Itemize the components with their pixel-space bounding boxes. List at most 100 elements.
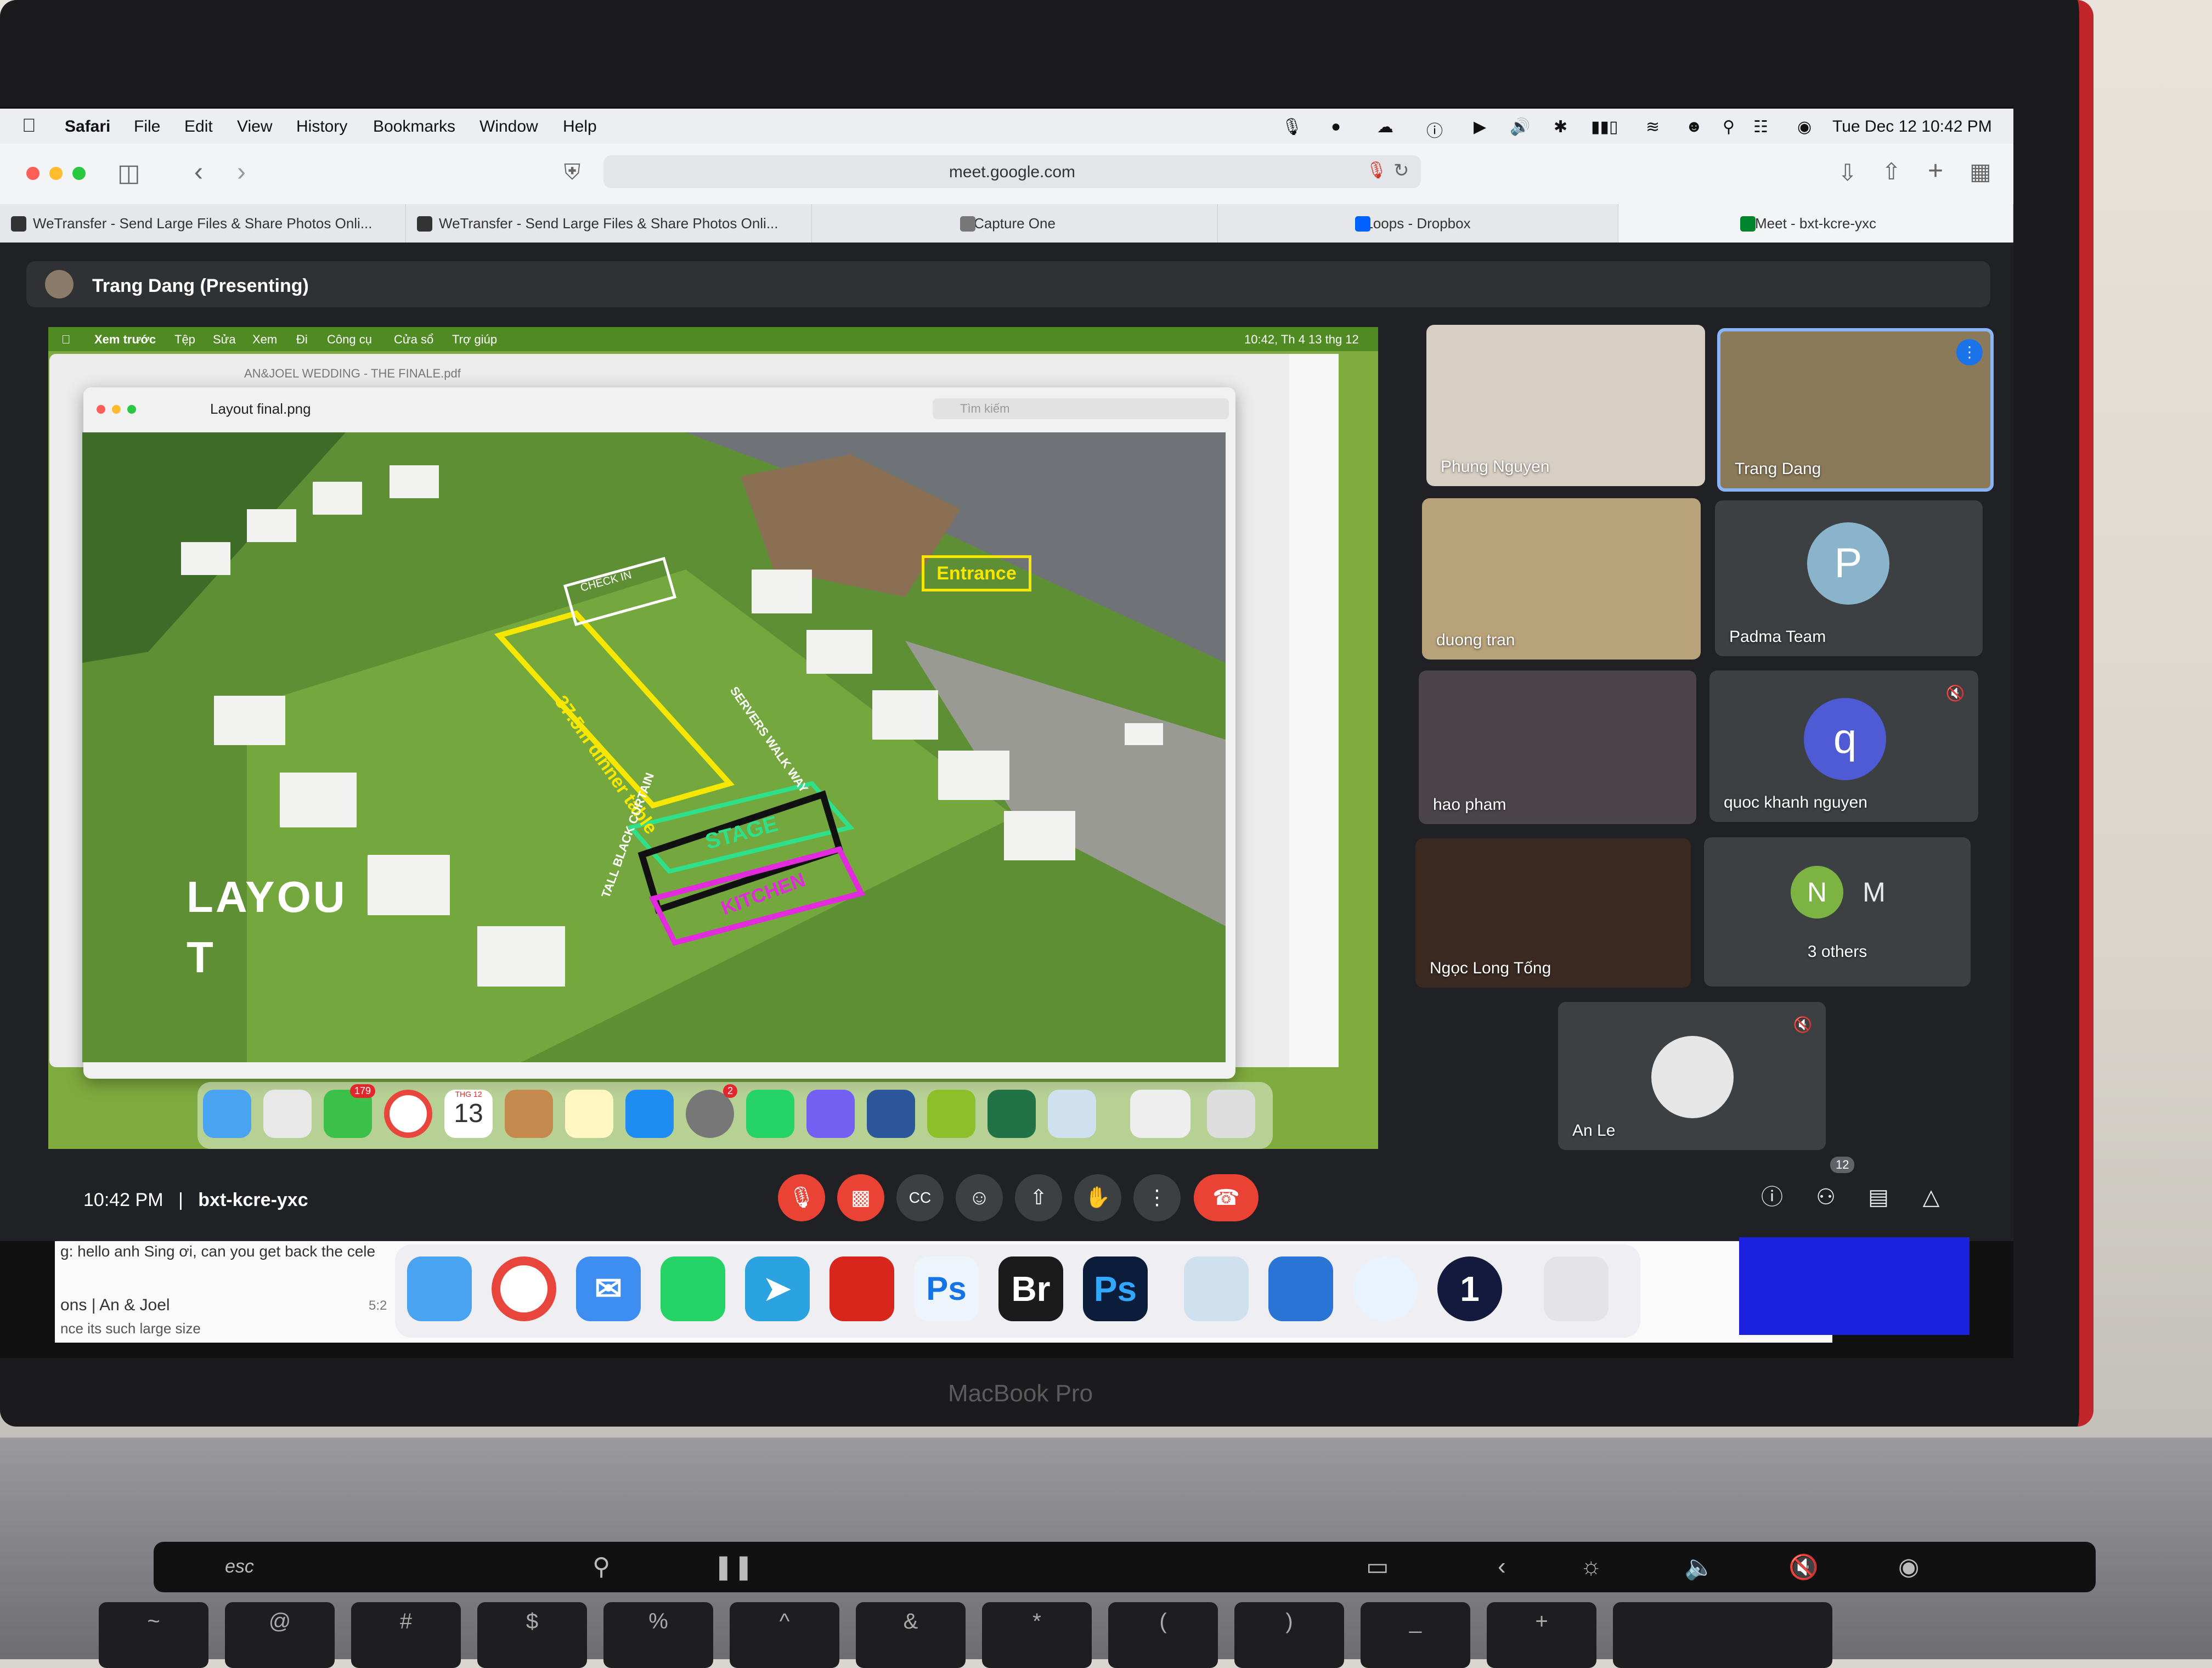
key[interactable]: # — [351, 1602, 461, 1668]
back-button[interactable]: ‹ — [194, 157, 203, 187]
bridge-icon[interactable]: Br — [998, 1256, 1063, 1321]
participant-tile-others[interactable]: N M 3 others — [1704, 837, 1971, 987]
touchbar-brightness-icon[interactable]: ☼ — [1580, 1553, 1602, 1580]
camera-off-button[interactable]: ▩ — [837, 1174, 884, 1221]
raise-hand-button[interactable]: ✋ — [1074, 1174, 1121, 1221]
alert-icon[interactable]: ⓘ — [1426, 117, 1443, 142]
key[interactable]: & — [856, 1602, 966, 1668]
captions-button[interactable]: CC — [896, 1174, 944, 1221]
participant-tile-duong-tran[interactable]: duong tran — [1422, 498, 1701, 660]
touchbar-esc[interactable]: esc — [225, 1556, 254, 1577]
play-icon[interactable]: ▶ — [1474, 117, 1486, 137]
minimize-window-button[interactable] — [49, 167, 63, 180]
touchbar-window-icon[interactable]: ▭ — [1366, 1553, 1389, 1581]
key[interactable]: % — [603, 1602, 713, 1668]
more-options-button[interactable]: ⋮ — [1133, 1174, 1181, 1221]
onepassword-icon[interactable]: 1 — [1437, 1256, 1502, 1321]
bluetooth-icon[interactable]: ✱ — [1554, 117, 1567, 137]
participant-tile-trang-dang[interactable]: ⋮ Trang Dang — [1717, 328, 1994, 492]
participant-tile-quoc-khanh-nguyen[interactable]: 🔇 q quoc khanh nguyen — [1709, 670, 1978, 822]
key[interactable]: $ — [477, 1602, 587, 1668]
safari-icon[interactable] — [1353, 1256, 1418, 1321]
emoji-reactions-button[interactable]: ☺ — [956, 1174, 1003, 1221]
menu-bookmarks[interactable]: Bookmarks — [373, 117, 455, 136]
tab-wetransfer-1[interactable]: WeTransfer - Send Large Files & Share Ph… — [0, 204, 406, 243]
participant-tile-padma-team[interactable]: P Padma Team — [1715, 500, 1983, 656]
utilities-icon[interactable] — [1268, 1256, 1333, 1321]
finder-icon[interactable] — [407, 1256, 472, 1321]
control-center-icon[interactable]: ☷ — [1753, 117, 1768, 137]
mail-icon[interactable]: ✉ — [576, 1256, 641, 1321]
key[interactable]: _ — [1361, 1602, 1470, 1668]
key[interactable]: @ — [225, 1602, 335, 1668]
creative-cloud-icon[interactable]: ☁ — [1377, 117, 1393, 137]
acrobat-icon[interactable] — [830, 1256, 894, 1321]
participant-tile-an-le[interactable]: 🔇 An Le — [1558, 1002, 1826, 1150]
siri-icon[interactable]: ◉ — [1797, 117, 1812, 137]
participant-tile-phung-nguyen[interactable]: Phung Nguyen — [1426, 325, 1705, 486]
tab-dropbox[interactable]: Loops - Dropbox — [1218, 204, 1618, 243]
key[interactable]: * — [982, 1602, 1092, 1668]
apple-menu-icon[interactable]:  — [22, 115, 36, 137]
shared-dock: 179 THG 12 13 2 — [198, 1082, 1273, 1149]
menu-app-name[interactable]: Safari — [65, 117, 110, 136]
touchbar-search-icon[interactable]: ⚲ — [592, 1553, 610, 1581]
menu-window[interactable]: Window — [479, 117, 538, 136]
tab-meet-active[interactable]: Meet - bxt-kcre-yxc — [1618, 204, 2013, 243]
tab-wetransfer-2[interactable]: WeTransfer - Send Large Files & Share Ph… — [406, 204, 812, 243]
menu-view[interactable]: View — [237, 117, 272, 136]
share-icon[interactable]: ⇧ — [1882, 158, 1901, 185]
activities-icon[interactable]: △ — [1914, 1180, 1949, 1215]
mic-in-use-icon[interactable]: 🎙 — [1366, 161, 1387, 180]
touchbar-volume-icon[interactable]: 🔈 — [1684, 1553, 1714, 1581]
touchbar-siri-icon[interactable]: ◉ — [1898, 1553, 1919, 1581]
user-icon[interactable]: ☻ — [1685, 117, 1703, 136]
volume-icon[interactable]: 🔊 — [1510, 117, 1530, 137]
wifi-icon[interactable]: ≋ — [1646, 117, 1660, 137]
leave-call-button[interactable]: ☎ — [1194, 1174, 1259, 1221]
new-tab-button[interactable]: + — [1928, 156, 1943, 186]
key[interactable]: ( — [1108, 1602, 1218, 1668]
address-bar[interactable]: meet.google.com 🎙 ↻ — [603, 155, 1421, 188]
touchbar-collapse-icon[interactable]: ‹ — [1498, 1553, 1506, 1580]
tab-overview-icon[interactable]: ▦ — [1970, 158, 1991, 185]
search-icon[interactable]: ⚲ — [1723, 117, 1735, 137]
photoshop-file-icon[interactable]: Ps — [914, 1256, 979, 1321]
key[interactable]: ^ — [730, 1602, 839, 1668]
menu-help[interactable]: Help — [563, 117, 597, 136]
menu-datetime[interactable]: Tue Dec 12 10:42 PM — [1832, 117, 1992, 136]
zoom-window-button[interactable] — [72, 167, 86, 180]
downloads-icon[interactable]: ⇩ — [1838, 159, 1857, 186]
photoshop-icon[interactable]: Ps — [1083, 1256, 1148, 1321]
trash-icon[interactable] — [1544, 1256, 1609, 1321]
menu-file[interactable]: File — [134, 117, 160, 136]
tab-capture-one[interactable]: Capture One — [812, 204, 1218, 243]
reload-icon[interactable]: ↻ — [1393, 160, 1409, 182]
sidebar-toggle-icon[interactable]: ◫ — [117, 159, 140, 187]
whatsapp-icon[interactable] — [661, 1256, 725, 1321]
present-screen-button[interactable]: ⇧ — [1015, 1174, 1062, 1221]
chat-icon[interactable]: ▤ — [1861, 1180, 1896, 1215]
meeting-details-icon[interactable]: ⓘ — [1754, 1180, 1790, 1215]
touchbar-mute-icon[interactable]: 🔇 — [1788, 1553, 1819, 1581]
participant-tile-hao-pham[interactable]: hao pham — [1419, 670, 1696, 824]
key[interactable]: ~ — [99, 1602, 208, 1668]
mic-off-button[interactable]: 🎙 — [778, 1174, 825, 1221]
vpn-icon[interactable]: ● — [1331, 117, 1341, 136]
touchbar-pause-icon[interactable]: ❚❚ — [713, 1553, 754, 1581]
close-window-button[interactable] — [26, 167, 40, 180]
key-delete[interactable] — [1613, 1602, 1832, 1668]
menu-edit[interactable]: Edit — [184, 117, 213, 136]
chrome-icon[interactable] — [492, 1256, 556, 1321]
key[interactable]: ) — [1234, 1602, 1344, 1668]
privacy-shield-icon[interactable]: ⛨ — [564, 160, 580, 185]
battery-icon[interactable]: ▮▮▯ — [1591, 117, 1618, 137]
forward-button[interactable]: › — [237, 157, 246, 187]
preview-app-icon[interactable] — [1184, 1256, 1249, 1321]
participant-tile-ngoc-long-tong[interactable]: Ngọc Long Tống — [1415, 838, 1691, 988]
people-icon[interactable]: ⚇ — [1808, 1180, 1843, 1215]
microphone-status-icon[interactable]: 🎙 — [1282, 117, 1302, 137]
telegram-icon[interactable]: ➤ — [745, 1256, 810, 1321]
menu-history[interactable]: History — [296, 117, 347, 136]
key[interactable]: + — [1487, 1602, 1596, 1668]
